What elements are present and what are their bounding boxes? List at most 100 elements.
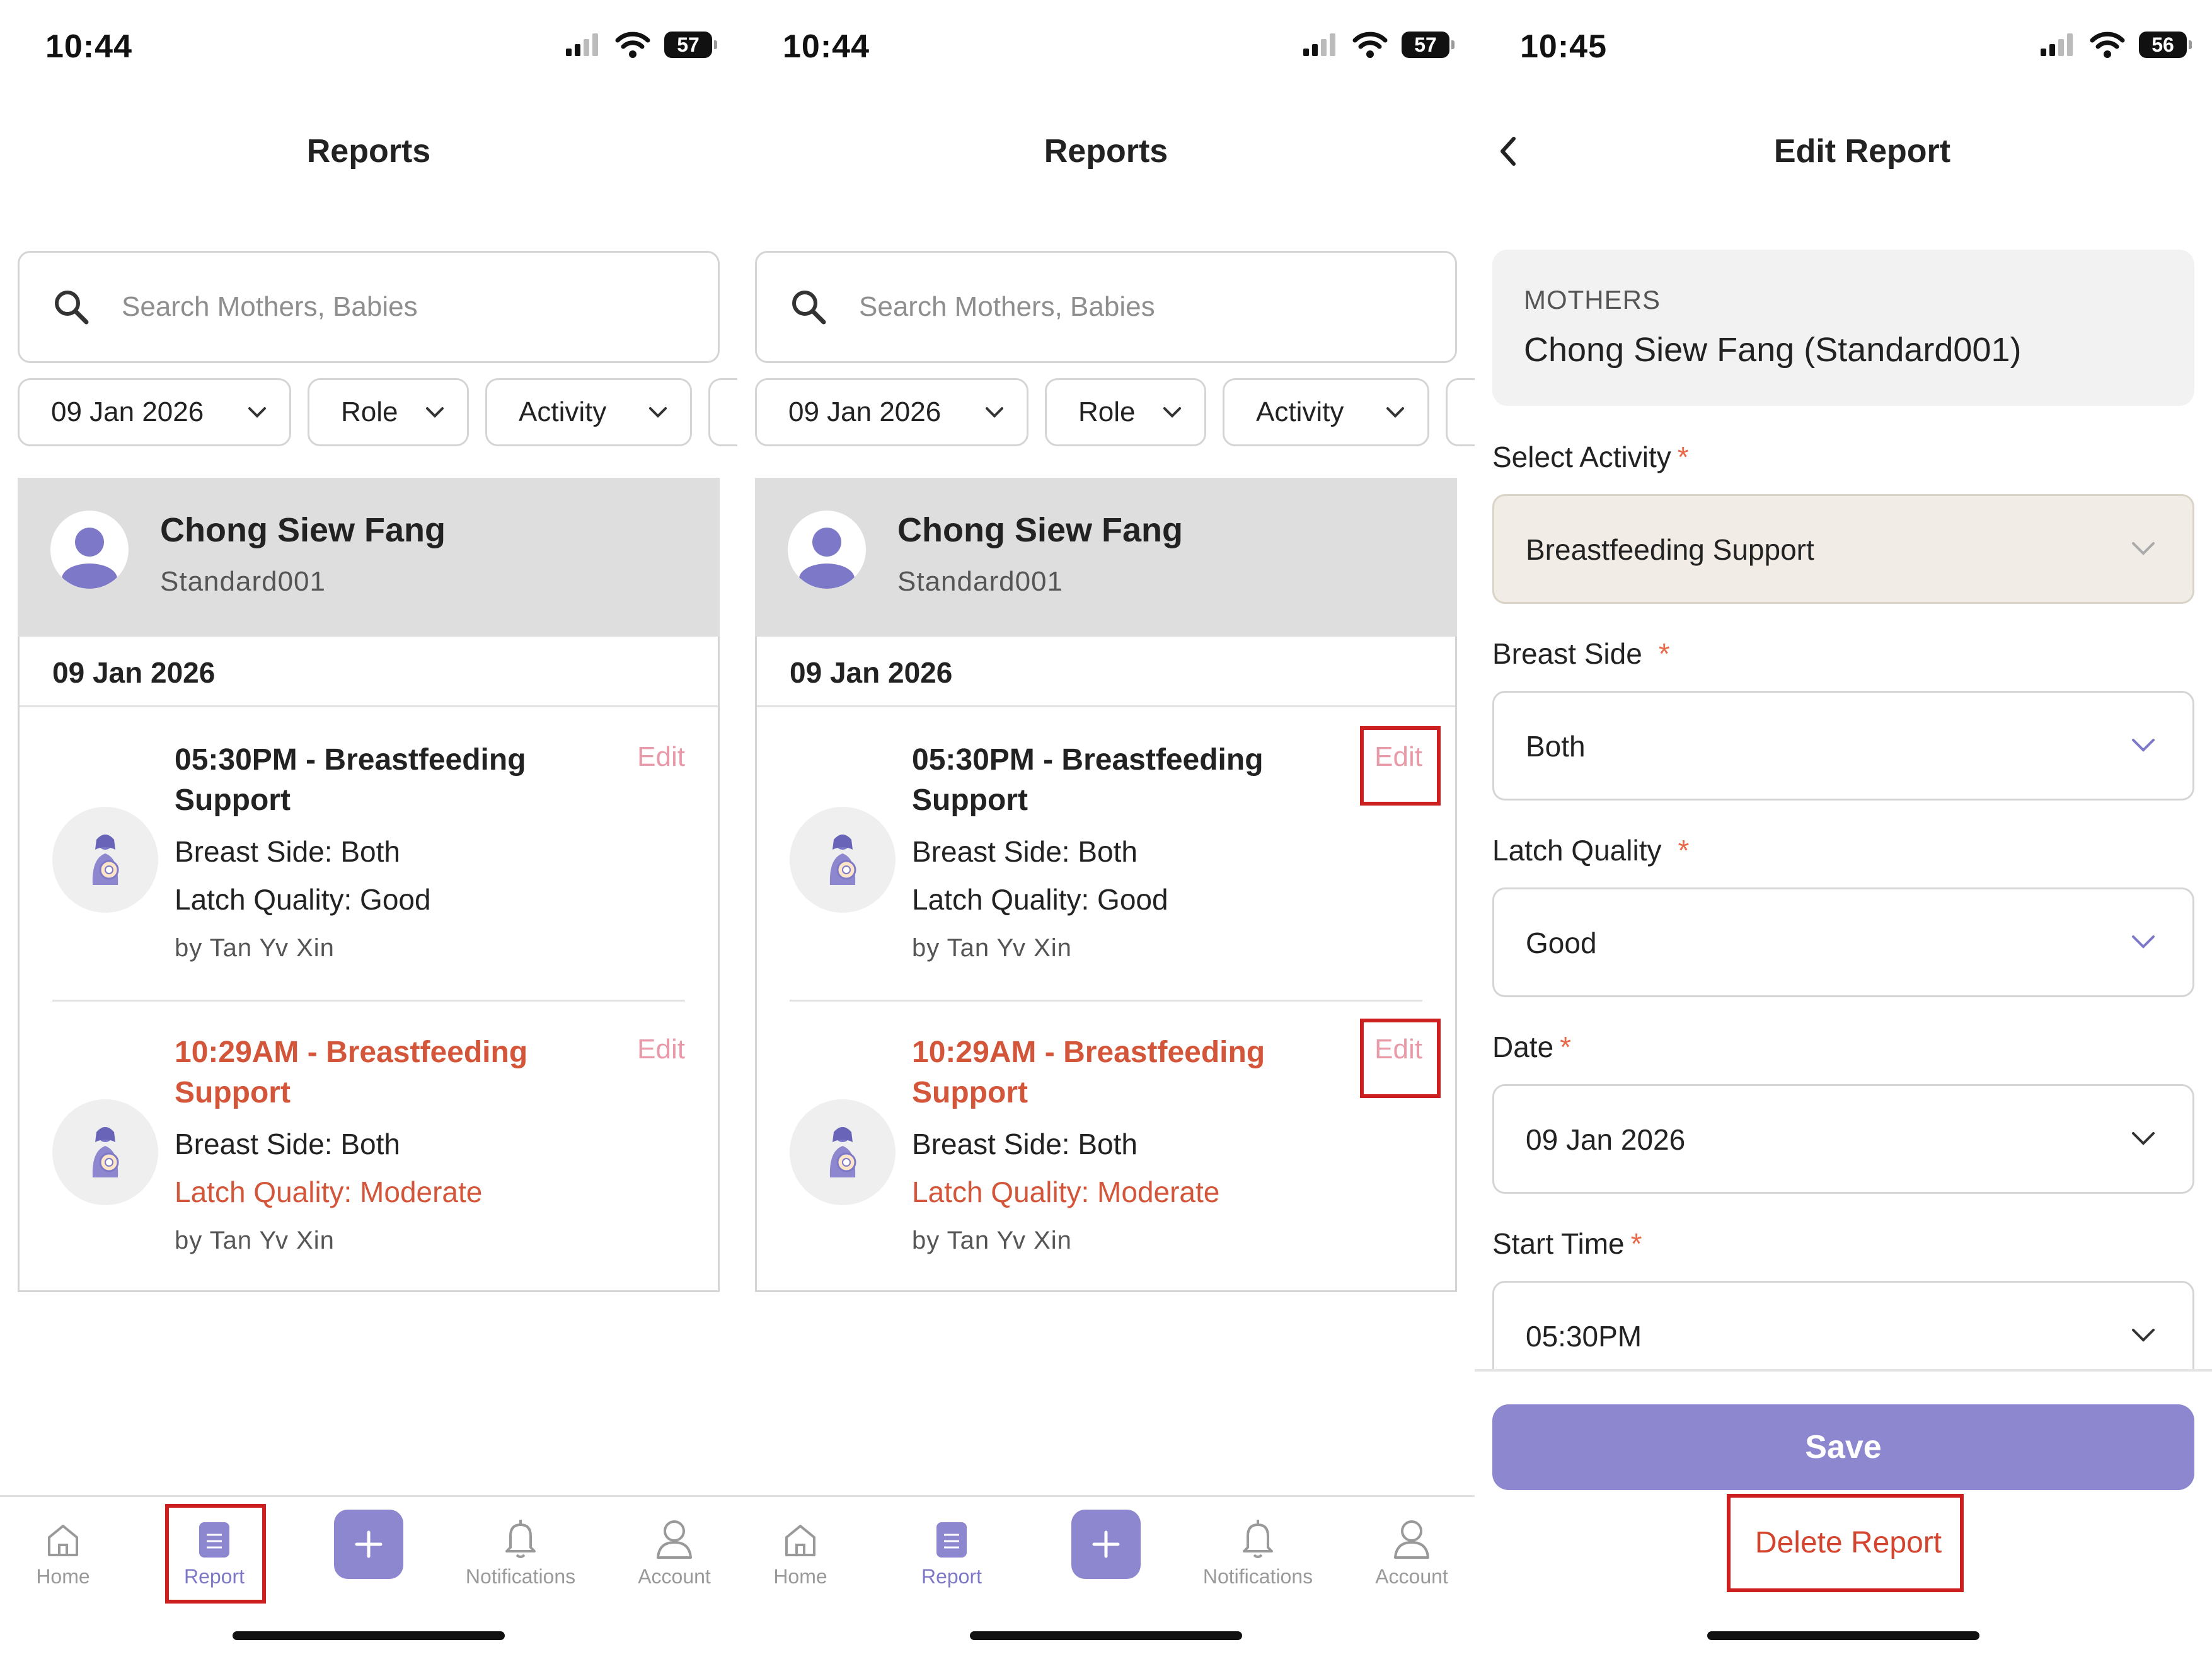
avatar [788, 511, 866, 589]
tab-notifications-label: Notifications [1202, 1565, 1313, 1588]
search-field[interactable] [18, 251, 720, 363]
activity-filter-label: Activity [1256, 396, 1344, 427]
tab-account-label: Account [1375, 1565, 1448, 1588]
search-input[interactable] [859, 291, 1363, 323]
date-filter-label: 09 Jan 2026 [51, 396, 204, 427]
save-button[interactable]: Save [1492, 1404, 2194, 1490]
activity-select[interactable]: Breastfeeding Support [1492, 494, 2194, 604]
cellular-signal-icon [2041, 33, 2073, 56]
mother-card[interactable]: Chong Siew Fang Standard001 [755, 478, 1457, 637]
status-time: 10:44 [45, 28, 132, 65]
role-filter-dropdown[interactable]: Role [1045, 378, 1206, 446]
tab-bar: Home Report Notifications Account [0, 1495, 737, 1659]
status-bar: 10:44 57 [0, 0, 737, 95]
more-filter-dropdown[interactable] [1446, 378, 1475, 446]
tab-notifications[interactable]: Notifications [458, 1510, 584, 1588]
report-entry[interactable]: 05:30PM - Breastfeeding Support Breast S… [790, 740, 1422, 973]
report-entry[interactable]: 10:29AM - Breastfeeding Support Breast S… [52, 1032, 685, 1266]
battery-icon: 57 [664, 32, 717, 58]
report-entry[interactable]: 10:29AM - Breastfeeding Support Breast S… [790, 1032, 1422, 1266]
filter-bar: 09 Jan 2026 Role Activity [755, 378, 1475, 448]
report-entry[interactable]: 05:30PM - Breastfeeding Support Breast S… [52, 740, 685, 973]
entry-author: by Tan Yv Xin [175, 1227, 335, 1254]
field-label-start-time: Start Time * [1492, 1227, 1642, 1260]
status-bar: 10:44 57 [737, 0, 1475, 95]
status-time: 10:45 [1520, 28, 1607, 65]
cellular-signal-icon [566, 33, 598, 56]
tab-home[interactable]: Home [0, 1510, 126, 1588]
chevron-down-icon [649, 407, 667, 418]
more-filter-dropdown[interactable] [708, 378, 737, 446]
date-filter-label: 09 Jan 2026 [788, 396, 942, 427]
user-avatar-icon [62, 528, 117, 589]
search-icon [55, 291, 89, 325]
divider [52, 1000, 685, 1002]
plus-icon [355, 1530, 383, 1558]
field-label-activity: Select Activity * [1492, 441, 1689, 473]
field-label-latch-quality: Latch Quality * [1492, 834, 1690, 867]
account-icon [1394, 1520, 1429, 1559]
user-avatar-icon [799, 528, 855, 589]
entry-author: by Tan Yv Xin [175, 934, 335, 962]
account-icon [657, 1520, 692, 1559]
edit-link[interactable]: Edit [637, 1034, 685, 1065]
plus-icon [1092, 1530, 1120, 1558]
report-list: 09 Jan 2026 05:30PM - Breastfeeding Supp… [755, 637, 1457, 1292]
chevron-down-icon [1386, 407, 1404, 418]
entry-title: 05:30PM - Breastfeeding Support [175, 743, 526, 817]
date-select[interactable]: 09 Jan 2026 [1492, 1084, 2194, 1194]
reports-screen-1: 10:44 57 Reports 09 Jan 2026 Role Activi… [0, 0, 737, 1659]
add-report-button[interactable] [334, 1510, 403, 1579]
search-field[interactable] [755, 251, 1457, 363]
add-report-button[interactable] [1071, 1510, 1141, 1579]
tab-account[interactable]: Account [611, 1510, 737, 1588]
role-filter-dropdown[interactable]: Role [308, 378, 469, 446]
tab-home-label: Home [773, 1565, 827, 1588]
tab-home[interactable]: Home [737, 1510, 863, 1588]
chevron-left-icon [1501, 137, 1516, 166]
entry-title: 05:30PM - Breastfeeding Support [912, 743, 1264, 817]
chevron-down-icon [426, 407, 444, 418]
edit-link[interactable]: Edit [637, 741, 685, 773]
tab-account[interactable]: Account [1349, 1510, 1475, 1588]
date-group-label: 09 Jan 2026 [52, 656, 216, 689]
tab-report-label: Report [921, 1565, 982, 1588]
status-time: 10:44 [783, 28, 870, 65]
mothers-label: MOTHERS [1524, 285, 1661, 315]
wifi-icon [615, 32, 650, 58]
home-indicator [1707, 1631, 1979, 1640]
chevron-down-icon [2132, 935, 2155, 949]
mother-card[interactable]: Chong Siew Fang Standard001 [18, 478, 720, 637]
tab-home-label: Home [36, 1565, 90, 1588]
home-icon [48, 1525, 78, 1556]
breast-side-select[interactable]: Both [1492, 691, 2194, 801]
date-group-label: 09 Jan 2026 [790, 656, 953, 689]
date-filter-dropdown[interactable]: 09 Jan 2026 [755, 378, 1028, 446]
activity-filter-dropdown[interactable]: Activity [1223, 378, 1429, 446]
battery-icon: 57 [1402, 32, 1455, 58]
page-title: Reports [1044, 133, 1168, 170]
entry-title: 10:29AM - Breastfeeding Support [175, 1036, 528, 1109]
chevron-down-icon [1163, 407, 1181, 418]
entry-author: by Tan Yv Xin [912, 1227, 1072, 1254]
tab-account-label: Account [638, 1565, 711, 1588]
activity-filter-dropdown[interactable]: Activity [485, 378, 692, 446]
tab-report[interactable]: Report [889, 1510, 1015, 1588]
latch-quality-select[interactable]: Good [1492, 887, 2194, 997]
field-label-date: Date * [1492, 1031, 1572, 1063]
entry-latch-quality: Latch Quality: Good [175, 883, 431, 916]
tab-notifications[interactable]: Notifications [1195, 1510, 1321, 1588]
mother-name: Chong Siew Fang [897, 511, 1183, 549]
search-icon [792, 291, 826, 325]
breastfeeding-icon [52, 1099, 158, 1205]
latch-quality-select-value: Good [1526, 927, 1597, 959]
back-button[interactable] [1494, 134, 1524, 172]
entry-title: 10:29AM - Breastfeeding Support [912, 1036, 1265, 1109]
activity-select-value: Breastfeeding Support [1526, 533, 1814, 566]
home-indicator [233, 1631, 505, 1640]
date-filter-dropdown[interactable]: 09 Jan 2026 [18, 378, 291, 446]
highlight-box [1727, 1494, 1964, 1592]
home-indicator [970, 1631, 1242, 1640]
highlight-box [1360, 1019, 1441, 1098]
search-input[interactable] [122, 291, 626, 323]
